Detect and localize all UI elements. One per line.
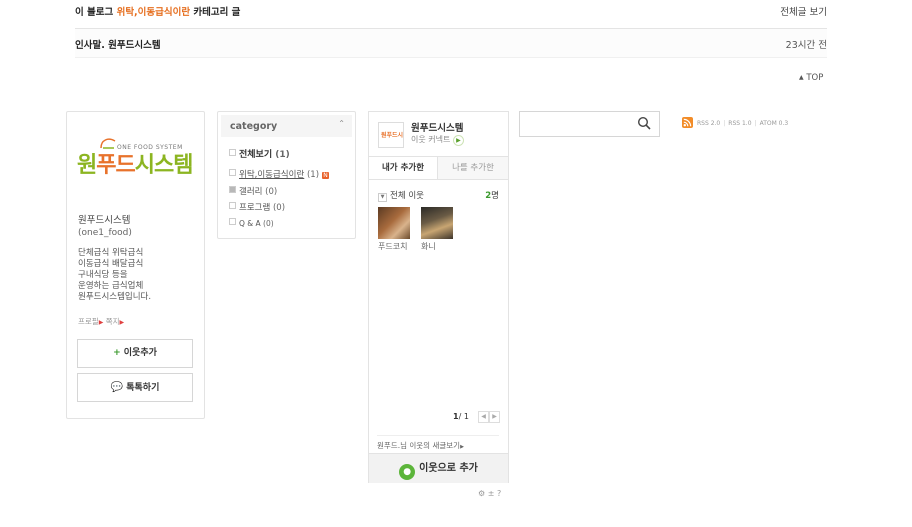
dropdown-arrow-icon: ▼ xyxy=(378,193,387,202)
blog-logo[interactable]: ONE FOOD SYSTEM 원푸드시스템 xyxy=(77,136,195,192)
rss-icon xyxy=(682,117,693,128)
person-icon: ● xyxy=(399,464,416,480)
collapse-caret-icon[interactable]: ⌃ xyxy=(338,119,345,128)
next-page-icon[interactable]: ▶ xyxy=(489,411,500,423)
neighbor-blog-thumbnail[interactable]: 원푸드시스템 xyxy=(378,122,404,148)
atom-link[interactable]: ATOM 0.3 xyxy=(760,120,789,127)
new-badge: N xyxy=(322,172,330,179)
neighbor-widget: 원푸드시스템 원푸드시스템 이웃 커넥트 ▶ 내가 추가한 나를 추가한 ▼전체… xyxy=(368,111,509,483)
blog-description: 단체급식 위탁급식 이동급식 배달급식 구내식당 등을 운영하는 급식업체 원푸… xyxy=(78,248,152,302)
arrow-right-icon: ▶ xyxy=(460,444,464,450)
neighbor-group-select[interactable]: ▼ 전체 이웃 xyxy=(378,189,424,202)
category-post-list-header: 이 블로그 위탁,이동급식이란 카테고리 글 전체글 보기 xyxy=(75,0,827,30)
category-widget: category ⌃ 전체보기 (1) 위탁,이동급식이란 (1) N 갤러리 (… xyxy=(217,111,356,239)
category-item-all[interactable]: 전체보기 (1) xyxy=(229,147,290,160)
category-bullet-icon xyxy=(229,169,236,176)
category-item[interactable]: Q & A (0) xyxy=(229,218,274,228)
blog-name: 원푸드시스템 xyxy=(78,215,131,226)
category-bullet-icon xyxy=(229,202,236,209)
post-title-link[interactable]: 인사말. 원푸드시스템 xyxy=(75,37,161,51)
neighbor-name[interactable]: 화니 xyxy=(421,241,436,252)
add-as-neighbor-button[interactable]: ● 이웃으로 추가 xyxy=(369,453,508,483)
post-list-item[interactable]: 인사말. 원푸드시스템 23시간 전 xyxy=(75,29,827,58)
rss2-link[interactable]: RSS 2.0 xyxy=(697,120,720,127)
category-post-list-title: 이 블로그 위탁,이동급식이란 카테고리 글 xyxy=(75,4,240,18)
category-bullet-icon xyxy=(229,149,236,156)
title-prefix: 이 블로그 xyxy=(75,7,117,18)
profile-link[interactable]: 프로필 xyxy=(78,317,99,326)
plus-icon: + xyxy=(113,348,121,358)
rss1-link[interactable]: RSS 1.0 xyxy=(728,120,751,127)
profile-widget: ONE FOOD SYSTEM 원푸드시스템 원푸드시스템 (one1_food… xyxy=(66,111,205,419)
profile-links: 프로필▶ 쪽지▶ xyxy=(78,316,124,327)
logo-drop-icon xyxy=(100,138,116,149)
category-header[interactable]: category ⌃ xyxy=(221,115,352,137)
view-all-posts-link[interactable]: 전체글 보기 xyxy=(780,4,827,18)
arrow-right-icon: ▶ xyxy=(119,319,125,326)
category-item[interactable]: 위탁,이동급식이란 (1) N xyxy=(229,168,330,180)
search-input[interactable] xyxy=(524,115,632,133)
add-neighbor-button[interactable]: + 이웃추가 xyxy=(77,339,193,368)
current-category-link[interactable]: 위탁,이동급식이란 xyxy=(117,7,191,18)
talk-button[interactable]: 💬 톡톡하기 xyxy=(77,373,193,402)
rss-links: RSS 2.0 | RSS 1.0 | ATOM 0.3 xyxy=(682,117,788,128)
neighbor-connect-subtitle[interactable]: 이웃 커넥트 ▶ xyxy=(411,134,464,146)
logo-wordmark: 원푸드시스템 xyxy=(77,153,193,178)
avatar[interactable] xyxy=(421,207,453,239)
title-suffix: 카테고리 글 xyxy=(190,7,241,18)
arrow-right-icon: ▶ xyxy=(98,319,104,326)
category-bullet-icon xyxy=(229,218,236,225)
neighbor-tabs: 내가 추가한 나를 추가한 xyxy=(369,156,508,180)
neighbor-name[interactable]: 푸드코치 xyxy=(378,241,407,252)
post-time: 23시간 전 xyxy=(785,40,827,51)
scroll-top-link[interactable]: ▲ TOP xyxy=(799,73,823,83)
category-item[interactable]: 프로그램 (0) xyxy=(229,201,285,213)
search-icon[interactable] xyxy=(637,116,651,130)
search-box xyxy=(519,111,660,137)
neighbor-count: 2명 xyxy=(485,191,499,201)
blog-id: (one1_food) xyxy=(78,228,132,238)
category-title: category xyxy=(230,121,278,132)
message-link[interactable]: 쪽지 xyxy=(106,317,120,326)
prev-page-icon[interactable]: ◀ xyxy=(478,411,489,423)
up-arrow-icon: ▲ xyxy=(799,74,804,81)
top-label: TOP xyxy=(806,73,824,83)
play-circle-icon: ▶ xyxy=(452,135,464,146)
chat-bubble-icon: 💬 xyxy=(110,382,124,393)
gallery-icon xyxy=(229,186,236,193)
neighbor-page-indicator: 1/ 1 xyxy=(453,412,469,421)
neighbor-new-posts-link[interactable]: 원푸드.님 이웃의 새글보기▶ xyxy=(377,435,499,451)
avatar[interactable] xyxy=(378,207,410,239)
category-item[interactable]: 갤러리 (0) xyxy=(229,185,277,197)
neighbor-blog-title[interactable]: 원푸드시스템 xyxy=(411,120,463,134)
tab-added-by-me[interactable]: 내가 추가한 xyxy=(369,157,438,179)
widget-tools[interactable]: ⚙ ± ? xyxy=(478,489,501,498)
logo-subtitle: ONE FOOD SYSTEM xyxy=(117,144,183,151)
tab-added-me[interactable]: 나를 추가한 xyxy=(438,157,508,179)
